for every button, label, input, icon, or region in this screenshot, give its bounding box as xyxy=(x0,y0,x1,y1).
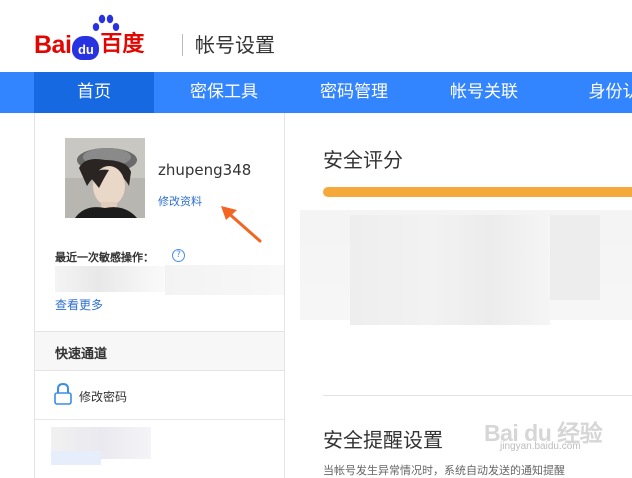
blurred-operation-info-extra xyxy=(165,265,284,295)
baidu-logo[interactable]: Bai du 百度 xyxy=(34,14,145,60)
blurred-operation-info xyxy=(55,266,165,292)
main-nav: 首页 密保工具 密码管理 帐号关联 身份认 xyxy=(0,72,632,113)
tab-account-link[interactable]: 帐号关联 xyxy=(419,72,549,113)
tab-security-tools[interactable]: 密保工具 xyxy=(159,72,289,113)
lock-icon xyxy=(54,382,72,405)
quick-access-header: 快速通道 xyxy=(35,331,284,371)
avatar-image xyxy=(65,138,145,218)
page-title: 帐号设置 xyxy=(195,33,275,57)
tab-password-management[interactable]: 密码管理 xyxy=(289,72,419,113)
security-score-title: 安全评分 xyxy=(323,148,403,172)
view-more-link[interactable]: 查看更多 xyxy=(55,296,103,313)
last-sensitive-operation-label: 最近一次敏感操作： xyxy=(55,251,154,264)
security-alert-description: 当帐号发生异常情况时，系统自动发送的通知提醒 xyxy=(323,464,565,477)
sidebar: zhupeng348 修改资料 最近一次敏感操作： ? 查看更多 快速通道 修改… xyxy=(34,113,285,478)
tab-identity[interactable]: 身份认 xyxy=(549,72,632,113)
security-score-bar xyxy=(323,187,632,197)
blurred-score-details-inner xyxy=(350,215,550,325)
blurred-score-details-side xyxy=(550,215,600,300)
edit-profile-link[interactable]: 修改资料 xyxy=(158,193,202,209)
blurred-quick-item-link xyxy=(51,451,101,465)
logo-du: du xyxy=(72,36,100,60)
avatar[interactable] xyxy=(65,138,145,218)
annotation-arrow-icon xyxy=(221,206,262,243)
tab-home[interactable]: 首页 xyxy=(34,72,154,113)
logo-baidu-cn: 百度 xyxy=(100,32,145,57)
baidu-paw-icon xyxy=(92,14,120,31)
security-alert-title: 安全提醒设置 xyxy=(323,428,443,452)
sidebar-divider xyxy=(35,419,284,420)
change-password-link[interactable]: 修改密码 xyxy=(79,388,127,405)
help-icon[interactable]: ? xyxy=(172,249,185,262)
watermark-sub: jingyan.baidu.com xyxy=(500,441,581,452)
header-separator xyxy=(182,34,183,56)
username: zhupeng348 xyxy=(158,161,252,179)
main-divider xyxy=(323,395,632,396)
quick-access-title: 快速通道 xyxy=(55,347,108,362)
logo-bai: Bai xyxy=(34,31,72,59)
page-header: Bai du 百度 帐号设置 xyxy=(0,0,632,72)
